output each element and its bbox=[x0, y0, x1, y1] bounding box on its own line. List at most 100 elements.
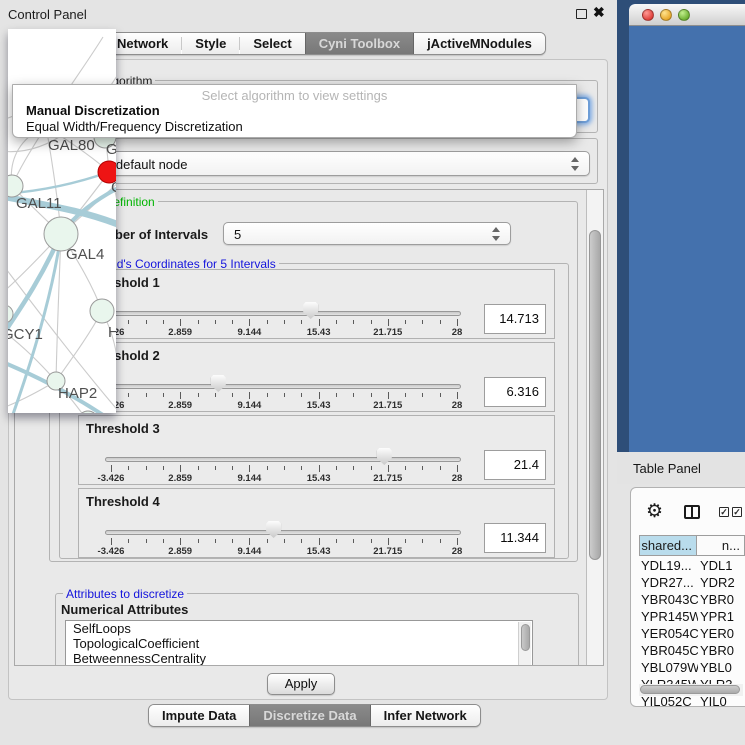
slider-tick-label: 2.859 bbox=[157, 546, 203, 557]
split-columns-icon[interactable] bbox=[684, 505, 700, 519]
slider-tick bbox=[336, 320, 337, 324]
tab-select[interactable]: Select bbox=[240, 33, 304, 54]
slider-tick bbox=[267, 466, 268, 470]
slider-tick bbox=[267, 320, 268, 324]
list-scrollbar[interactable] bbox=[518, 622, 531, 666]
slider-tick bbox=[336, 539, 337, 543]
slider-thumb[interactable] bbox=[377, 448, 392, 465]
float-window-icon[interactable] bbox=[576, 9, 587, 19]
column-header[interactable]: n... bbox=[697, 535, 745, 556]
close-icon[interactable]: ✖ bbox=[593, 4, 605, 21]
attribute-list-item[interactable]: BetweennessCentrality bbox=[66, 651, 532, 666]
slider-tick bbox=[232, 466, 233, 470]
slider-tick bbox=[422, 393, 423, 397]
threshold-value-field[interactable]: 21.4 bbox=[484, 450, 546, 480]
column-checkbox-icon[interactable]: ✓ bbox=[719, 507, 729, 517]
tab-style[interactable]: Style bbox=[182, 33, 239, 54]
slider-tick bbox=[146, 539, 147, 543]
slider-tick bbox=[111, 465, 112, 472]
stepper-icon bbox=[492, 227, 501, 241]
table-hscrollbar[interactable] bbox=[639, 684, 743, 696]
tab-jactivemnodules[interactable]: jActiveMNodules bbox=[414, 33, 545, 54]
slider-track[interactable] bbox=[105, 311, 461, 316]
threshold-value-field[interactable]: 11.344 bbox=[484, 523, 546, 553]
attributes-group-title: Attributes to discretize bbox=[63, 587, 187, 601]
slider-track[interactable] bbox=[105, 384, 461, 389]
network-node[interactable] bbox=[8, 175, 23, 197]
window-titlebar[interactable] bbox=[629, 4, 745, 26]
network-node[interactable] bbox=[90, 299, 114, 323]
slider-tick bbox=[301, 539, 302, 543]
slider-tick bbox=[128, 320, 129, 324]
table-row[interactable]: YPR145WYPR1 bbox=[639, 608, 745, 625]
network-node-label: C bbox=[111, 179, 116, 196]
dropdown-placeholder: Select algorithm to view settings bbox=[13, 85, 576, 103]
attribute-list-item[interactable]: SelfLoops bbox=[66, 621, 532, 636]
slider-tick bbox=[128, 466, 129, 470]
gear-icon[interactable]: ⚙ bbox=[646, 500, 663, 523]
threshold-label: Threshold 4 bbox=[86, 494, 160, 509]
table-row[interactable]: YBR043CYBR0 bbox=[639, 591, 745, 608]
slider-tick bbox=[128, 393, 129, 397]
slider-tick-label: 15.43 bbox=[296, 400, 342, 411]
numerical-attributes-list[interactable]: SelfLoopsTopologicalCoefficientBetweenne… bbox=[65, 620, 533, 666]
tab-cyni-toolbox[interactable]: Cyni Toolbox bbox=[305, 33, 414, 54]
num-intervals-combobox[interactable]: 5 bbox=[223, 222, 511, 245]
slider-tick bbox=[284, 393, 285, 397]
table-row[interactable]: YDR27...YDR2 bbox=[639, 574, 745, 591]
slider-tick-label: 21.715 bbox=[365, 400, 411, 411]
table-row[interactable]: YBR045CYBR0 bbox=[639, 642, 745, 659]
column-header[interactable]: shared... bbox=[639, 535, 697, 556]
table-row[interactable]: YDL19...YDL1 bbox=[639, 557, 745, 574]
slider-tick bbox=[405, 320, 406, 324]
slider-tick-label: -3.426 bbox=[88, 473, 134, 484]
slider-tick bbox=[111, 538, 112, 545]
slider-tick bbox=[371, 320, 372, 324]
table-row[interactable]: YBL079WYBL0 bbox=[639, 659, 745, 676]
slider-tick bbox=[336, 466, 337, 470]
cell-shared-name: YDR27... bbox=[639, 574, 698, 591]
threshold-value-field[interactable]: 14.713 bbox=[484, 304, 546, 334]
slider-tick bbox=[267, 539, 268, 543]
slider-tick bbox=[353, 320, 354, 324]
slider-thumb[interactable] bbox=[303, 302, 318, 319]
dropdown-option[interactable]: Manual Discretization bbox=[13, 103, 576, 119]
slider-tick bbox=[163, 539, 164, 543]
threshold-value-field[interactable]: 6.316 bbox=[484, 377, 546, 407]
slider-thumb[interactable] bbox=[211, 375, 226, 392]
slider-track[interactable] bbox=[105, 530, 461, 535]
zoom-traffic-light-icon[interactable] bbox=[678, 9, 690, 21]
table-panel-title: Table Panel bbox=[633, 461, 701, 476]
tab-impute-data[interactable]: Impute Data bbox=[149, 705, 249, 726]
slider-tick-label: 15.43 bbox=[296, 327, 342, 338]
slider-track[interactable] bbox=[105, 457, 461, 462]
table-row[interactable]: YER054CYER0 bbox=[639, 625, 745, 642]
slider-tick-label: 2.859 bbox=[157, 400, 203, 411]
slider-tick bbox=[215, 320, 216, 324]
network-edge bbox=[56, 311, 102, 381]
slider-tick bbox=[457, 392, 458, 399]
close-traffic-light-icon[interactable] bbox=[642, 9, 654, 21]
slider-tick bbox=[301, 393, 302, 397]
column-checkbox-icon[interactable]: ✓ bbox=[732, 507, 742, 517]
dropdown-option[interactable]: Equal Width/Frequency Discretization bbox=[13, 119, 576, 135]
slider-tick bbox=[163, 466, 164, 470]
tab-infer-network[interactable]: Infer Network bbox=[371, 705, 480, 726]
minimize-traffic-light-icon[interactable] bbox=[660, 9, 672, 21]
tab-label: Style bbox=[195, 33, 226, 54]
network-node-label: HAP2 bbox=[58, 385, 97, 402]
network-window bbox=[617, 0, 745, 452]
apply-button[interactable]: Apply bbox=[267, 673, 335, 695]
slider-tick bbox=[232, 320, 233, 324]
slider-tick bbox=[284, 320, 285, 324]
tab-label: Network bbox=[117, 33, 168, 54]
slider-tick bbox=[146, 320, 147, 324]
main-scrollbar[interactable] bbox=[586, 190, 603, 665]
slider-tick bbox=[388, 538, 389, 545]
slider-tick bbox=[388, 465, 389, 472]
slider-thumb[interactable] bbox=[266, 521, 281, 538]
slider-tick-label: 15.43 bbox=[296, 473, 342, 484]
tab-discretize-data[interactable]: Discretize Data bbox=[249, 705, 370, 726]
attribute-list-item[interactable]: TopologicalCoefficient bbox=[66, 636, 532, 651]
slider-tick bbox=[405, 539, 406, 543]
